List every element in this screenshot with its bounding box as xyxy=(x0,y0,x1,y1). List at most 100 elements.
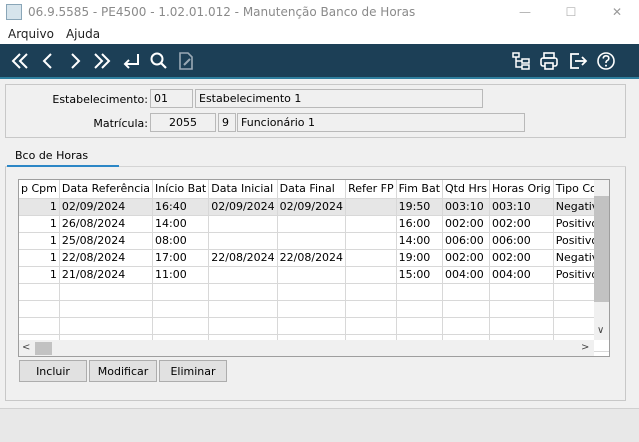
estabelecimento-name-field[interactable]: Estabelecimento 1 xyxy=(195,89,483,108)
edit-document-icon xyxy=(179,52,193,70)
grid-cell: 02/09/2024 xyxy=(59,198,154,216)
grid-cell xyxy=(345,249,397,267)
matricula-name-field[interactable]: Funcionário 1 xyxy=(237,113,525,132)
column-header[interactable]: Fim Bat xyxy=(396,180,444,199)
maximize-icon: ☐ xyxy=(565,5,577,19)
estabelecimento-code-field[interactable]: 01 xyxy=(150,89,193,108)
column-header[interactable]: Data Referência xyxy=(59,180,154,199)
toolbar xyxy=(0,44,639,79)
minimize-button[interactable]: — xyxy=(503,0,547,24)
grid-cell: 08:00 xyxy=(152,232,210,250)
exit-icon xyxy=(570,53,588,69)
previous-icon xyxy=(42,53,52,69)
grid-cell: 006:00 xyxy=(442,232,490,250)
column-header[interactable]: Data Final xyxy=(277,180,347,199)
print-button[interactable] xyxy=(537,49,561,73)
horizontal-scrollbar[interactable] xyxy=(19,340,594,356)
table-row[interactable]: 1 21/08/2024 11:00 15:00 004:00 004:00 P… xyxy=(19,266,609,284)
grid-cell: 14:00 xyxy=(152,215,210,233)
grid-cell: 19:50 xyxy=(396,198,444,216)
help-button[interactable] xyxy=(594,49,618,73)
search-button[interactable] xyxy=(147,49,171,73)
grid-cell: 004:00 xyxy=(489,266,554,284)
grid-cell: 02/09/2024 xyxy=(277,198,347,216)
structure-button[interactable] xyxy=(509,49,533,73)
empty-row xyxy=(19,317,609,335)
table-row[interactable]: 1 26/08/2024 14:00 16:00 002:00 002:00 P… xyxy=(19,215,609,233)
menu-arquivo[interactable]: Arquivo xyxy=(0,27,58,41)
edit-document-button[interactable] xyxy=(174,49,198,73)
grid-cell: 003:10 xyxy=(489,198,554,216)
close-icon: ✕ xyxy=(611,5,623,19)
matricula-digit-field[interactable]: 9 xyxy=(218,113,236,132)
grid-cell: 22/08/2024 xyxy=(59,249,154,267)
maximize-button[interactable]: ☐ xyxy=(549,0,593,24)
column-header[interactable]: Refer FP xyxy=(345,180,397,199)
scroll-left-icon[interactable]: < xyxy=(22,342,30,353)
grid-cell xyxy=(345,266,397,284)
grid-cell: 1 xyxy=(19,215,60,233)
status-bar xyxy=(0,408,639,442)
scroll-down-icon[interactable]: ∨ xyxy=(597,325,604,336)
tab-bco-de-horas[interactable]: Bco de Horas xyxy=(7,147,119,167)
first-icon xyxy=(11,53,28,69)
help-icon xyxy=(597,52,615,70)
column-header[interactable]: Início Bat xyxy=(152,180,210,199)
grid-cell xyxy=(208,215,278,233)
close-button[interactable]: ✕ xyxy=(595,0,639,24)
next-icon xyxy=(71,53,81,69)
grid-cell: 006:00 xyxy=(489,232,554,250)
grid-table: p Cpm Data Referência Início Bat Data In… xyxy=(19,180,609,352)
empty-row xyxy=(19,283,609,301)
exit-button[interactable] xyxy=(566,49,590,73)
grid-cell: 003:10 xyxy=(442,198,490,216)
table-row[interactable]: 1 22/08/2024 17:00 22/08/2024 22/08/2024… xyxy=(19,249,609,267)
table-row[interactable]: 1 25/08/2024 08:00 14:00 006:00 006:00 P… xyxy=(19,232,609,250)
menu-ajuda[interactable]: Ajuda xyxy=(58,27,104,41)
column-header[interactable]: Qtd Hrs xyxy=(442,180,490,199)
modificar-button[interactable]: Modificar xyxy=(89,360,157,382)
grid-cell xyxy=(208,266,278,284)
incluir-button[interactable]: Incluir xyxy=(19,360,87,382)
grid-cell xyxy=(277,215,347,233)
matricula-code-field[interactable]: 2055 xyxy=(150,113,216,132)
goto-button[interactable] xyxy=(119,49,143,73)
grid-cell: 14:00 xyxy=(396,232,444,250)
estabelecimento-label: Estabelecimento: xyxy=(52,93,148,106)
grid-cell: 11:00 xyxy=(152,266,210,284)
grid-cell: 22/08/2024 xyxy=(208,249,278,267)
window-title: 06.9.5585 - PE4500 - 1.02.01.012 - Manut… xyxy=(28,5,416,19)
table-row[interactable]: 1 02/09/2024 16:40 02/09/2024 02/09/2024… xyxy=(19,198,609,216)
goto-icon xyxy=(123,54,139,69)
tab-strip: Bco de Horas xyxy=(5,147,626,167)
grid-cell: 22/08/2024 xyxy=(277,249,347,267)
next-record-button[interactable] xyxy=(63,49,87,73)
structure-icon xyxy=(512,52,530,70)
last-record-button[interactable] xyxy=(90,49,114,73)
search-icon xyxy=(150,52,167,69)
grid-cell: 1 xyxy=(19,266,60,284)
horizontal-scroll-thumb[interactable] xyxy=(35,342,52,355)
bank-hours-grid[interactable]: p Cpm Data Referência Início Bat Data In… xyxy=(18,179,610,357)
grid-cell: 1 xyxy=(19,198,60,216)
column-header[interactable]: Horas Orig xyxy=(489,180,554,199)
grid-cell xyxy=(345,198,397,216)
grid-cell: 1 xyxy=(19,232,60,250)
vertical-scroll-thumb[interactable] xyxy=(594,196,609,302)
column-header[interactable]: Data Inicial xyxy=(208,180,278,199)
grid-cell: 002:00 xyxy=(489,215,554,233)
grid-cell xyxy=(277,232,347,250)
grid-cell xyxy=(345,232,397,250)
column-header[interactable]: p Cpm xyxy=(19,180,60,199)
grid-cell xyxy=(208,232,278,250)
grid-cell: 16:40 xyxy=(152,198,210,216)
menu-bar: Arquivo Ajuda xyxy=(0,24,639,44)
eliminar-button[interactable]: Eliminar xyxy=(159,360,227,382)
print-icon xyxy=(540,52,558,70)
previous-record-button[interactable] xyxy=(36,49,60,73)
grid-header-row: p Cpm Data Referência Início Bat Data In… xyxy=(19,180,609,199)
grid-cell: 19:00 xyxy=(396,249,444,267)
scroll-right-icon[interactable]: > xyxy=(581,342,589,353)
last-icon xyxy=(94,53,111,69)
first-record-button[interactable] xyxy=(8,49,32,73)
